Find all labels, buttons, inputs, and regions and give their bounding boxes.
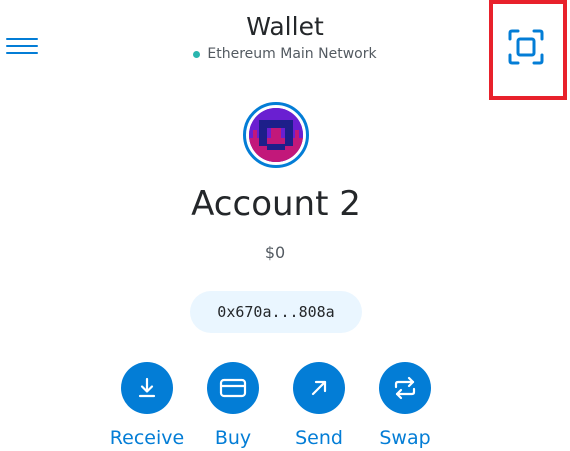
account-avatar[interactable]: [243, 102, 309, 168]
swap-arrows-icon: [394, 376, 416, 400]
qr-scan-icon: [508, 29, 544, 65]
action-bar: Receive Buy Send Swap: [0, 362, 570, 451]
send-label: Send: [295, 427, 343, 449]
scan-button[interactable]: [506, 27, 546, 67]
receive-button[interactable]: Receive: [102, 362, 192, 449]
wallet-screen: Wallet Ethereum Main Network Account 2 $…: [0, 0, 570, 451]
arrow-up-right-icon: [311, 380, 327, 396]
credit-card-icon: [219, 378, 247, 398]
identicon-avatar: [249, 108, 303, 162]
receive-icon-circle: [121, 362, 173, 414]
buy-icon-circle: [207, 362, 259, 414]
swap-icon-circle: [379, 362, 431, 414]
buy-label: Buy: [214, 427, 252, 449]
buy-button[interactable]: Buy: [188, 362, 278, 449]
network-indicator[interactable]: Ethereum Main Network: [0, 46, 570, 62]
send-button[interactable]: Send: [274, 362, 364, 449]
network-status-dot: [193, 50, 201, 58]
send-icon-circle: [293, 362, 345, 414]
account-name: Account 2: [191, 184, 361, 224]
address-copy-button[interactable]: 0x670a...808a: [190, 291, 362, 333]
page-title: Wallet: [246, 12, 324, 41]
swap-label: Swap: [379, 427, 431, 449]
arrow-down-to-line-icon: [138, 377, 156, 398]
receive-label: Receive: [109, 427, 185, 449]
swap-button[interactable]: Swap: [360, 362, 450, 449]
account-address: 0x670a...808a: [217, 303, 335, 321]
account-balance: $0: [264, 243, 286, 262]
network-name: Ethereum Main Network: [207, 46, 377, 62]
